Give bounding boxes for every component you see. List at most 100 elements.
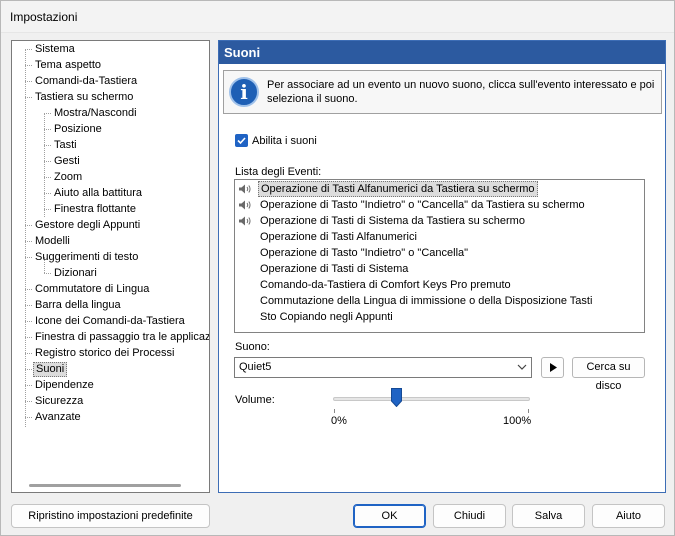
event-label: Sto Copiando negli Appunti [260, 311, 393, 323]
tree-item-label: Finestra di passaggio tra le applicazion… [35, 331, 210, 343]
sound-select[interactable]: Quiet5 [234, 357, 532, 378]
tree-connector [25, 321, 32, 322]
tree-connector [44, 129, 51, 130]
tree-connector [25, 417, 32, 418]
tree-item-label: Icone dei Comandi-da-Tastiera [35, 315, 185, 327]
tree-item-label: Modelli [35, 235, 70, 247]
save-button[interactable]: Salva [512, 504, 585, 528]
enable-sounds-checkbox[interactable] [235, 134, 248, 147]
tree-item-label: Tastiera su schermo [35, 91, 134, 103]
events-list[interactable]: Operazione di Tasti Alfanumerici da Tast… [234, 179, 645, 333]
tree-item[interactable]: Tema aspetto [12, 58, 209, 73]
enable-sounds-label[interactable]: Abilita i suoni [252, 134, 317, 148]
panel-title: Suoni [219, 41, 665, 64]
tree-item[interactable]: Suoni [12, 362, 209, 377]
tree-item-label: Aiuto alla battitura [54, 187, 143, 199]
settings-nav-tree[interactable]: Sistema Tema aspetto Comandi-da-Tastiera Ta… [11, 40, 210, 493]
tree-item[interactable]: Finestra di passaggio tra le applicazion… [12, 330, 209, 345]
tree-item[interactable]: Sistema [12, 42, 209, 57]
help-button[interactable]: Aiuto [592, 504, 665, 528]
tree-item[interactable]: Suggerimenti di testo [12, 250, 209, 265]
speaker-icon [239, 200, 251, 210]
settings-window: Impostazioni Sistema Tema aspetto Comandi-… [0, 0, 675, 536]
tree-item-label: Sistema [35, 43, 75, 55]
tree-connector [25, 289, 32, 290]
title-bar[interactable]: Impostazioni [1, 1, 674, 33]
event-label: Operazione di Tasti Alfanumerici [260, 231, 417, 243]
tree-item[interactable]: Posizione [12, 122, 209, 137]
tree-item-label: Suggerimenti di testo [35, 251, 139, 263]
tree-item[interactable]: Commutatore di Lingua [12, 282, 209, 297]
tree-item-label: Tema aspetto [35, 59, 102, 71]
tree-item[interactable]: Modelli [12, 234, 209, 249]
tree-connector [25, 401, 32, 402]
tree-item-label: Dizionari [54, 267, 97, 279]
tree-item-label: Dipendenze [35, 379, 94, 391]
restore-defaults-button[interactable]: Ripristino impostazioni predefinite [11, 504, 210, 528]
event-label: Operazione di Tasti di Sistema [260, 263, 409, 275]
tree-item[interactable]: Sicurezza [12, 394, 209, 409]
tree-item[interactable]: Finestra flottante [12, 202, 209, 217]
tree-item[interactable]: Mostra/Nascondi [12, 106, 209, 121]
tree-connector [25, 257, 32, 258]
info-icon: i [229, 77, 259, 107]
event-list-item[interactable]: Operazione di Tasti Alfanumerici [238, 229, 643, 245]
event-list-item[interactable]: Operazione di Tasti Alfanumerici da Tast… [238, 181, 643, 197]
tree-item[interactable]: Tasti [12, 138, 209, 153]
tree-item-label: Gestore degli Appunti [35, 219, 141, 231]
event-label: Comando-da-Tastiera di Comfort Keys Pro … [260, 279, 511, 291]
tree-item[interactable]: Tastiera su schermo [12, 90, 209, 105]
event-list-item[interactable]: Operazione di Tasto "Indietro" o "Cancel… [238, 197, 643, 213]
tree-connector [44, 273, 51, 274]
tree-item-label: Posizione [54, 123, 102, 135]
event-list-item[interactable]: Operazione di Tasti di Sistema da Tastie… [238, 213, 643, 229]
ok-button[interactable]: OK [353, 504, 426, 528]
tree-item-label: Zoom [54, 171, 83, 183]
tree-item[interactable]: Registro storico dei Processi [12, 346, 209, 361]
tree-item[interactable]: Comandi-da-Tastiera [12, 74, 209, 89]
volume-slider-thumb[interactable] [391, 388, 402, 407]
tree-connector [25, 97, 32, 98]
tree-connector [25, 353, 32, 354]
event-label: Operazione di Tasto "Indietro" o "Cancel… [260, 247, 469, 259]
tree-item-label: Mostra/Nascondi [54, 107, 137, 119]
tree-item[interactable]: Gesti [12, 154, 209, 169]
event-label: Operazione di Tasti di Sistema da Tastie… [260, 215, 525, 227]
tree-item[interactable]: Dizionari [12, 266, 209, 281]
speaker-icon [239, 184, 251, 194]
tree-item[interactable]: Dipendenze [12, 378, 209, 393]
event-label: Commutazione della Lingua di immissione … [260, 295, 593, 307]
close-button[interactable]: Chiudi [433, 504, 506, 528]
tree-item[interactable]: Zoom [12, 170, 209, 185]
window-title: Impostazioni [10, 10, 78, 24]
volume-slider-track[interactable] [333, 397, 530, 401]
tree-item[interactable]: Barra della lingua [12, 298, 209, 313]
sounds-panel: Suoni i Per associare ad un evento un nu… [218, 40, 666, 493]
volume-label: Volume: [235, 394, 275, 406]
event-list-item[interactable]: Comando-da-Tastiera di Comfort Keys Pro … [238, 277, 643, 293]
tree-connector [44, 209, 51, 210]
volume-tick-min [334, 409, 335, 413]
volume-max-label: 100% [503, 415, 532, 427]
event-list-item[interactable]: Operazione di Tasti di Sistema [238, 261, 643, 277]
tree-horizontal-scrollbar[interactable] [29, 484, 181, 487]
tree-connector [25, 305, 32, 306]
tree-item-label: Tasti [54, 139, 77, 151]
sound-select-value: Quiet5 [239, 361, 272, 373]
event-list-item[interactable]: Commutazione della Lingua di immissione … [238, 293, 643, 309]
tree-item[interactable]: Gestore degli Appunti [12, 218, 209, 233]
play-button[interactable] [541, 357, 564, 378]
tree-connector [44, 113, 51, 114]
events-list-label: Lista degli Eventi: [235, 166, 322, 178]
browse-button[interactable]: Cerca su disco [572, 357, 645, 392]
tree-item[interactable]: Icone dei Comandi-da-Tastiera [12, 314, 209, 329]
event-list-item[interactable]: Sto Copiando negli Appunti [238, 309, 643, 325]
tree-item-label: Sicurezza [35, 395, 84, 407]
tree-connector [25, 49, 32, 50]
tree-item[interactable]: Aiuto alla battitura [12, 186, 209, 201]
tree-item-label: Finestra flottante [54, 203, 136, 215]
event-list-item[interactable]: Operazione di Tasto "Indietro" o "Cancel… [238, 245, 643, 261]
info-text: Per associare ad un evento un nuovo suon… [267, 79, 655, 105]
tree-item[interactable]: Avanzate [12, 410, 209, 425]
event-label: Operazione di Tasti Alfanumerici da Tast… [258, 181, 538, 197]
